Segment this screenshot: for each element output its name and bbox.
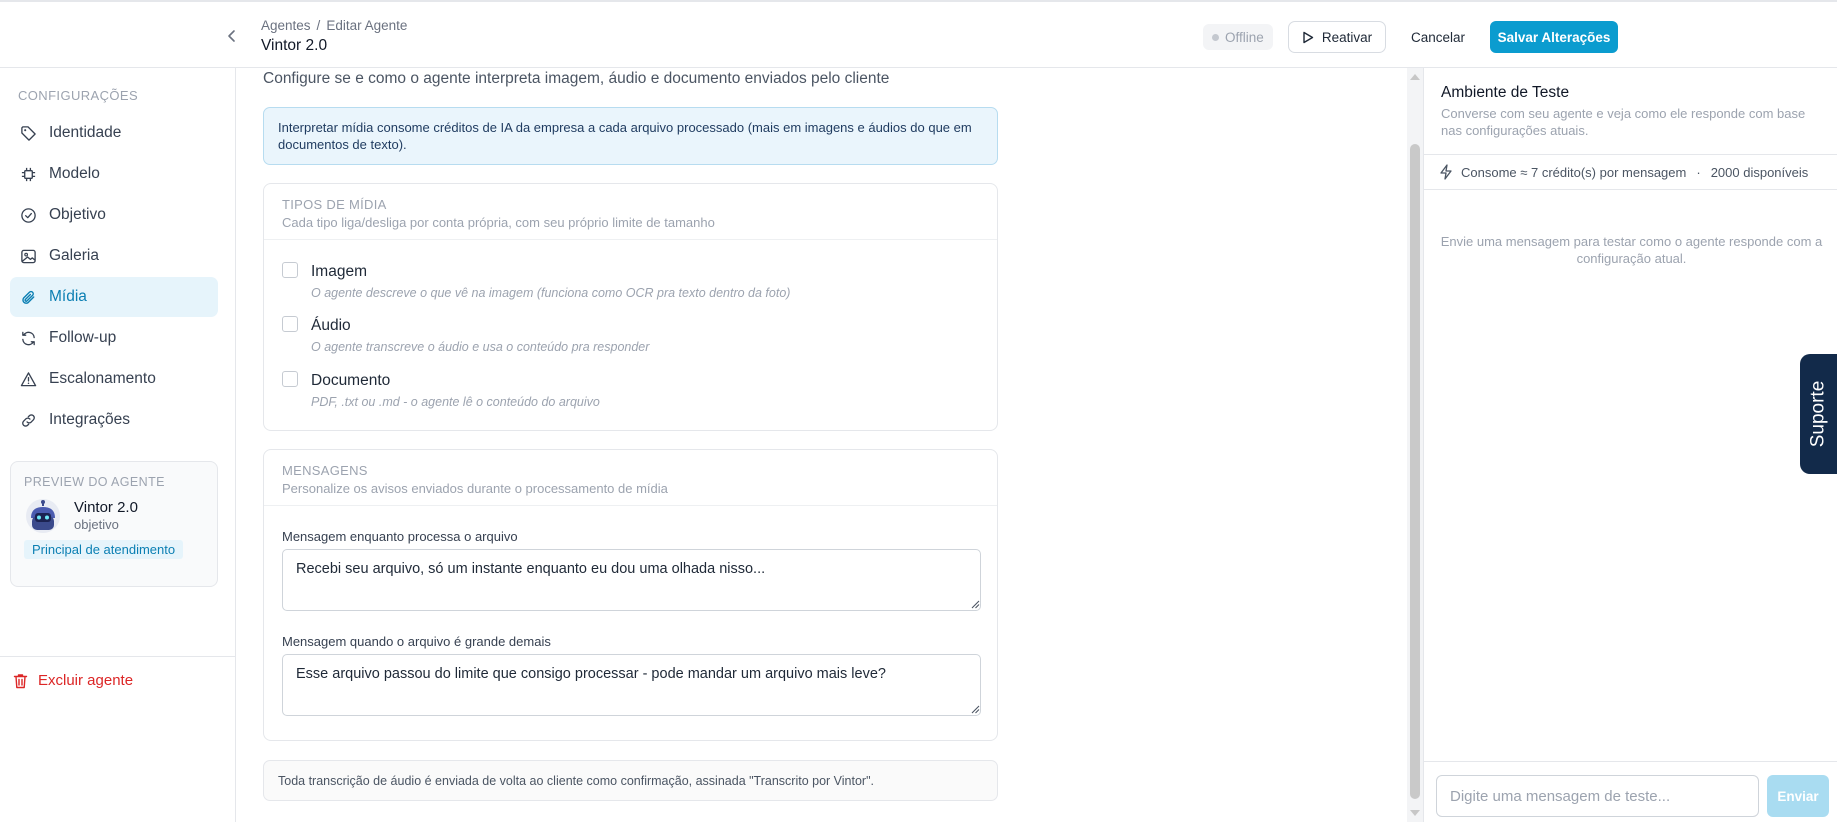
preview-agent-subtitle: objetivo [74, 517, 119, 532]
delete-agent-button[interactable]: Excluir agente [13, 672, 133, 689]
warning-icon [20, 371, 37, 386]
robot-avatar-icon [26, 499, 60, 533]
preview-agent-name: Vintor 2.0 [74, 499, 138, 516]
media-types-card: TIPOS DE MÍDIA Cada tipo liga/desliga po… [263, 183, 998, 431]
delete-agent-label: Excluir agente [38, 672, 134, 689]
breadcrumb-editar-agente: Editar Agente [326, 18, 408, 33]
processing-message-label: Mensagem enquanto processa o arquivo [282, 529, 518, 544]
sidebar-item-label: Follow-up [49, 329, 117, 346]
sidebar-item-modelo[interactable]: Modelo [10, 154, 218, 194]
chat-empty-state: Envie uma mensagem para testar como o ag… [1440, 234, 1823, 266]
sidebar-item-label: Modelo [49, 165, 100, 182]
sidebar-item-integracoes[interactable]: Integrações [10, 400, 218, 440]
breadcrumb-agentes[interactable]: Agentes [261, 18, 311, 33]
lightning-icon [1440, 164, 1452, 180]
audio-description: O agente transcreve o áudio e usa o cont… [311, 340, 650, 354]
too-large-message-label: Mensagem quando o arquivo é grande demai… [282, 634, 551, 649]
sidebar-item-label: Objetivo [49, 206, 106, 223]
sidebar: CONFIGURAÇÕES Identidade Modelo Objetivo… [0, 68, 236, 822]
breadcrumb-separator: / [316, 18, 321, 33]
sidebar-item-follow-up[interactable]: Follow-up [10, 318, 218, 358]
processing-message-field[interactable]: Recebi seu arquivo, só um instante enqua… [282, 549, 981, 611]
scroll-up-arrow-icon[interactable] [1410, 74, 1420, 80]
messages-description: Personalize os avisos enviados durante o… [282, 481, 668, 496]
support-label: Suporte [1807, 380, 1829, 448]
link-icon [22, 413, 35, 427]
preview-agent-tag: Principal de atendimento [24, 540, 184, 559]
resize-handle-icon[interactable] [971, 705, 980, 714]
chevron-left-icon [228, 30, 235, 42]
image-icon [21, 249, 36, 263]
status-dot-icon [1212, 33, 1219, 41]
refresh-icon [22, 331, 35, 345]
sidebar-item-objetivo[interactable]: Objetivo [10, 195, 218, 235]
main-content: Configure se e como o agente interpreta … [237, 68, 1407, 822]
breadcrumb: Agentes / Editar Agente [261, 18, 407, 33]
sidebar-divider [0, 656, 236, 657]
top-bar: Agentes / Editar Agente Vintor 2.0 Offline… [0, 0, 1837, 68]
resize-handle-icon[interactable] [971, 600, 980, 609]
messages-title: MENSAGENS [282, 463, 368, 478]
save-button[interactable]: Salvar Alterações [1490, 21, 1618, 53]
too-large-message-field[interactable]: Esse arquivo passou do limite que consig… [282, 654, 981, 716]
sidebar-item-identidade[interactable]: Identidade [10, 113, 218, 153]
transcription-note: Toda transcrição de áudio é enviada de v… [263, 760, 998, 801]
send-button[interactable]: Enviar [1767, 775, 1829, 817]
chip-icon [21, 167, 36, 181]
check-circle-icon [21, 207, 36, 223]
paperclip-icon [22, 290, 35, 304]
media-types-description: Cada tipo liga/desliga por conta própria… [282, 215, 715, 230]
scroll-down-arrow-icon[interactable] [1410, 810, 1420, 816]
play-icon [1303, 31, 1314, 43]
sidebar-heading: CONFIGURAÇÕES [18, 88, 139, 103]
cancel-button[interactable]: Cancelar [1400, 21, 1476, 53]
sidebar-item-label: Integrações [49, 411, 130, 428]
trash-icon [13, 673, 28, 688]
messages-card: MENSAGENS Personalize os avisos enviados… [263, 449, 998, 741]
audio-label: Áudio [311, 317, 351, 334]
test-panel: Ambiente de Teste Converse com seu agent… [1423, 68, 1837, 822]
media-types-header: TIPOS DE MÍDIA Cada tipo liga/desliga po… [264, 184, 997, 240]
sidebar-item-label: Mídia [49, 288, 87, 305]
credits-separator: · [1696, 164, 1701, 180]
info-banner: Interpretar mídia consome créditos de IA… [263, 107, 998, 165]
reactivate-button[interactable]: Reativar [1288, 21, 1386, 53]
agent-preview-card: PREVIEW DO AGENTE Vintor 2.0 objetivo Pr… [10, 461, 218, 587]
sidebar-item-label: Galeria [49, 247, 99, 264]
compose-bar: Enviar [1424, 761, 1837, 822]
back-button[interactable] [222, 26, 242, 46]
media-types-title: TIPOS DE MÍDIA [282, 197, 387, 212]
status-label: Offline [1225, 29, 1264, 45]
sidebar-item-label: Escalonamento [49, 370, 156, 387]
documento-label: Documento [311, 372, 391, 389]
test-panel-title: Ambiente de Teste [1441, 84, 1570, 101]
imagem-label: Imagem [311, 263, 367, 280]
documento-description: PDF, .txt ou .md - o agente lê o conteúd… [311, 395, 600, 409]
tag-icon [21, 125, 36, 141]
sidebar-item-galeria[interactable]: Galeria [10, 236, 218, 276]
messages-header: MENSAGENS Personalize os avisos enviados… [264, 450, 997, 506]
credits-bar: Consome ≈ 7 crédito(s) por mensagem · 20… [1424, 154, 1837, 190]
imagem-description: O agente descreve o que vê na imagem (fu… [311, 286, 791, 300]
main-scrollbar[interactable] [1407, 68, 1423, 822]
preview-heading: PREVIEW DO AGENTE [24, 475, 165, 489]
test-panel-description: Converse com seu agente e veja como ele … [1441, 106, 1806, 138]
credits-available: 2000 disponíveis [1710, 164, 1809, 180]
support-tab[interactable]: Suporte [1800, 354, 1837, 474]
documento-checkbox[interactable] [282, 371, 298, 387]
agent-avatar [25, 498, 61, 534]
section-intro: Configure se e como o agente interpreta … [263, 70, 890, 87]
credits-cost: Consome ≈ 7 crédito(s) por mensagem [1461, 164, 1687, 180]
sidebar-item-label: Identidade [49, 124, 122, 141]
imagem-checkbox[interactable] [282, 262, 298, 278]
sidebar-item-escalonamento[interactable]: Escalonamento [10, 359, 218, 399]
reactivate-label: Reativar [1321, 29, 1373, 45]
sidebar-item-midia[interactable]: Mídia [10, 277, 218, 317]
scrollbar-thumb[interactable] [1410, 144, 1420, 799]
page-title: Vintor 2.0 [261, 37, 328, 54]
test-message-input[interactable] [1436, 775, 1759, 817]
audio-checkbox[interactable] [282, 316, 298, 332]
status-badge: Offline [1203, 24, 1273, 50]
